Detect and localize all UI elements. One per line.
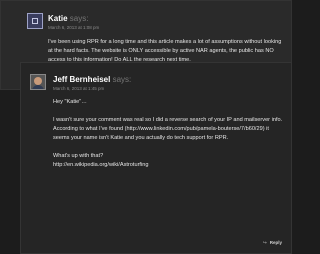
reply-arrow-icon: ↪ (262, 240, 267, 245)
comment-date[interactable]: March 6, 2013 at 1:45 pm (53, 86, 104, 91)
comment-jeff-bernheisel: Jeff Bernheisel says: March 6, 2013 at 1… (20, 62, 292, 254)
comment-paragraph: I've been using RPR for a long time and … (48, 39, 282, 63)
comment-body: Hey "Katie"… I wasn't sure your comment … (53, 98, 283, 179)
user-photo-icon (30, 74, 46, 90)
comment-paragraph: What's up with that? http://en.wikipedia… (53, 153, 149, 168)
comment-date[interactable]: March 6, 2013 at 1:08 pm (48, 25, 99, 30)
comment-paragraph: I wasn't sure your comment was real so I… (53, 117, 283, 141)
comment-paragraph: Hey "Katie"… (53, 99, 87, 105)
reply-button[interactable]: ↪Reply (263, 240, 282, 246)
comment-author[interactable]: Jeff Bernheisel says: (53, 75, 131, 84)
comment-author[interactable]: Katie says: (48, 14, 88, 23)
identicon-icon (27, 13, 43, 29)
